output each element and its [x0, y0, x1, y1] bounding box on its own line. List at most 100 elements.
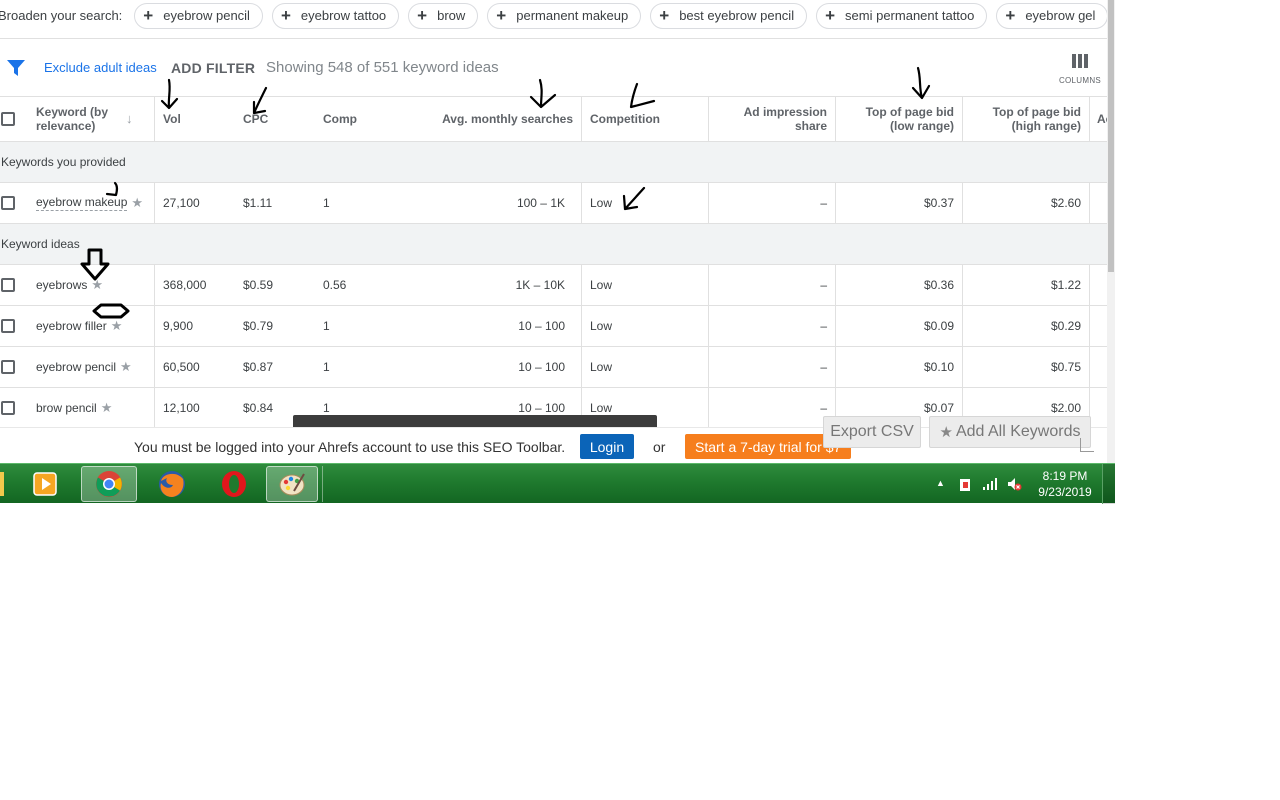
taskbar-firefox[interactable]	[144, 466, 200, 502]
column-divider	[581, 265, 582, 305]
ahrefs-login-button[interactable]: Login	[580, 434, 634, 459]
keyword-cell[interactable]: brow pencil ★	[36, 388, 112, 428]
exclude-adult-ideas-link[interactable]: Exclude adult ideas	[44, 60, 157, 75]
column-divider	[581, 306, 582, 346]
header-cpc[interactable]: CPC	[243, 97, 268, 141]
select-all-checkbox[interactable]	[1, 112, 15, 126]
taskbar-opera[interactable]	[206, 466, 262, 502]
header-top-bid-low[interactable]: Top of page bid (low range)	[842, 97, 954, 141]
star-icon[interactable]: ★	[131, 195, 143, 211]
star-icon[interactable]: ★	[91, 277, 103, 293]
broaden-chip[interactable]: + eyebrow tattoo	[271, 2, 400, 29]
broaden-chip[interactable]: + semi permanent tattoo	[816, 2, 988, 29]
column-divider	[581, 183, 582, 223]
security-icon[interactable]	[958, 476, 972, 492]
clock-date: 9/23/2019	[1038, 485, 1092, 499]
cpc-cell: $0.87	[243, 360, 274, 374]
row-checkbox[interactable]	[1, 319, 15, 333]
keyword-text[interactable]: brow pencil	[36, 401, 97, 415]
keyword-cell[interactable]: eyebrow filler ★	[36, 306, 122, 346]
broaden-chip[interactable]: + permanent makeup	[487, 2, 642, 29]
broaden-chip-label: eyebrow gel	[1025, 8, 1096, 23]
keyword-text[interactable]: eyebrows	[36, 278, 87, 292]
table-row[interactable]: eyebrow pencil ★ 60,500 $0.87 1 10 – 100 Low – $…	[0, 347, 1107, 388]
plus-icon: +	[417, 6, 428, 25]
show-desktop-button[interactable]	[1102, 464, 1115, 504]
vertical-scrollbar-thumb[interactable]	[1108, 0, 1114, 272]
star-icon[interactable]: ★	[120, 359, 132, 375]
star-icon[interactable]: ★	[101, 400, 113, 416]
volume-muted-icon[interactable]	[1006, 476, 1022, 492]
keyword-cell[interactable]: eyebrow makeup ★	[36, 183, 143, 223]
competition-cell: Low	[590, 196, 613, 210]
header-comp[interactable]: Comp	[323, 97, 357, 141]
table-row[interactable]: eyebrow filler ★ 9,900 $0.79 1 10 – 100 Low – $0…	[0, 306, 1107, 347]
top-bid-low-cell: $0.10	[923, 360, 954, 374]
top-bid-low-cell: $0.36	[923, 278, 954, 292]
keyword-table: Keyword (by relevance) ↓ Vol CPC Comp Av…	[0, 96, 1107, 430]
folder-icon[interactable]	[0, 472, 4, 496]
add-filter-button[interactable]: ADD FILTER	[171, 60, 255, 76]
plus-icon: +	[496, 6, 507, 25]
header-account-status[interactable]: Ac	[1097, 97, 1107, 141]
taskbar-chrome[interactable]	[81, 466, 137, 502]
comp-cell: 1	[323, 360, 330, 374]
media-player-icon	[33, 472, 57, 496]
header-keyword[interactable]: Keyword (by relevance) ↓	[36, 97, 154, 141]
table-row[interactable]: eyebrows ★ 368,000 $0.59 0.56 1K – 10K Low – $0.…	[0, 265, 1107, 306]
taskbar-windows-media-player[interactable]	[17, 466, 73, 502]
taskbar-paint[interactable]	[266, 466, 318, 502]
row-checkbox[interactable]	[1, 401, 15, 415]
top-bid-low-cell: $0.09	[923, 319, 954, 333]
table-row[interactable]: eyebrow makeup ★ 27,100 $1.11 1 100 – 1K Low – $…	[0, 183, 1107, 224]
header-competition[interactable]: Competition	[590, 97, 660, 141]
keyword-cell[interactable]: eyebrows ★	[36, 265, 103, 305]
star-icon[interactable]: ★	[111, 318, 123, 334]
comp-cell: 1	[323, 319, 330, 333]
export-csv-button[interactable]: Export CSV	[823, 416, 921, 448]
group-header-row: Keyword ideas	[0, 224, 1107, 265]
filter-toolbar: Exclude adult ideas ADD FILTER Showing 5…	[0, 39, 1107, 96]
keyword-text[interactable]: eyebrow pencil	[36, 360, 116, 374]
row-checkbox[interactable]	[1, 196, 15, 210]
plus-icon: +	[825, 6, 836, 25]
taskbar-divider	[322, 466, 326, 502]
header-vol[interactable]: Vol	[163, 97, 181, 141]
filter-icon[interactable]	[7, 60, 25, 76]
column-divider	[154, 306, 155, 346]
column-divider	[154, 388, 155, 428]
keyword-text[interactable]: eyebrow makeup	[36, 195, 128, 211]
horizontal-scrollbar[interactable]	[293, 415, 657, 427]
cpc-cell: $0.84	[243, 401, 274, 415]
expand-icon[interactable]	[1080, 438, 1094, 452]
vol-cell: 27,100	[163, 196, 200, 210]
broaden-chip-label: eyebrow tattoo	[300, 8, 387, 23]
group-label: Keywords you provided	[1, 155, 126, 169]
column-divider	[962, 265, 963, 305]
row-checkbox[interactable]	[1, 278, 15, 292]
broaden-search-bar: Broaden your search: + eyebrow pencil + eye…	[0, 0, 1107, 31]
header-top-bid-high[interactable]: Top of page bid (high range)	[969, 97, 1081, 141]
column-divider	[1089, 306, 1090, 346]
add-all-keywords-button[interactable]: ★ Add All Keywords	[929, 416, 1091, 448]
sort-down-icon[interactable]: ↓	[126, 112, 133, 126]
header-ad-impression-share[interactable]: Ad impression share	[716, 97, 827, 141]
broaden-chip[interactable]: + brow	[408, 2, 479, 29]
broaden-chip[interactable]: + eyebrow gel	[996, 2, 1107, 29]
opera-icon	[222, 471, 246, 497]
avg-monthly-searches-cell: 10 – 100	[518, 319, 565, 333]
cpc-cell: $0.79	[243, 319, 274, 333]
broaden-chip[interactable]: + eyebrow pencil	[134, 2, 263, 29]
vol-cell: 368,000	[163, 278, 207, 292]
keyword-text[interactable]: eyebrow filler	[36, 319, 107, 333]
columns-button[interactable]: COLUMNS	[1058, 52, 1102, 90]
keyword-cell[interactable]: eyebrow pencil ★	[36, 347, 132, 387]
row-checkbox[interactable]	[1, 360, 15, 374]
system-clock[interactable]: 8:19 PM 9/23/2019	[1030, 468, 1100, 500]
broaden-chip[interactable]: + best eyebrow pencil	[650, 2, 808, 29]
header-avg-monthly-searches[interactable]: Avg. monthly searches	[430, 97, 573, 141]
header-keyword-label: Keyword (by relevance)	[36, 105, 109, 133]
network-signal-icon[interactable]	[982, 477, 998, 491]
show-hidden-icons[interactable]: ▲	[936, 478, 945, 488]
column-divider	[835, 347, 836, 387]
